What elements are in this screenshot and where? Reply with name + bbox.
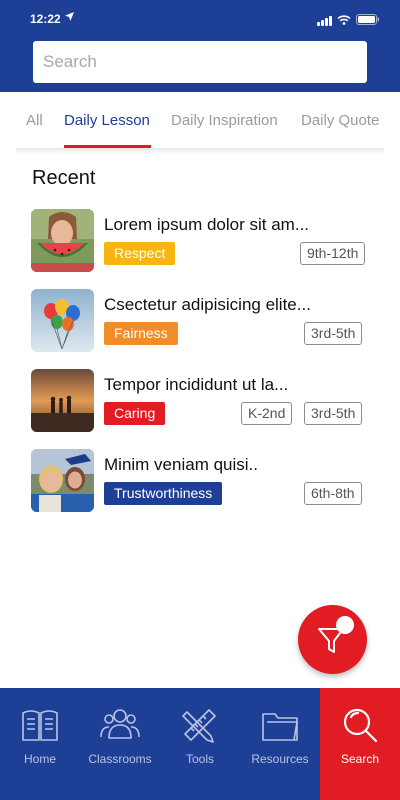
trait-tag: Fairness [104, 322, 178, 345]
item-title: Lorem ipsum dolor sit am... [104, 215, 310, 234]
lesson-thumbnail [31, 449, 94, 512]
grade-badge: 3rd-5th [304, 322, 363, 345]
location-arrow-icon [65, 12, 74, 24]
wifi-icon [337, 12, 351, 30]
app-header: 12:22 [0, 0, 400, 92]
folder-icon [259, 704, 301, 746]
grade-badge: 9th-12th [300, 242, 366, 265]
nav-label: Resources [251, 752, 309, 766]
grade-badge: K-2nd [241, 402, 293, 425]
category-tabs: All Daily Lesson Daily Inspiration Daily… [0, 92, 400, 148]
nav-item-classrooms[interactable]: Classrooms [80, 688, 160, 800]
users-icon [99, 704, 141, 746]
tab-all[interactable]: All [26, 112, 43, 129]
status-icons [317, 12, 380, 30]
nav-item-search[interactable]: Search [320, 688, 400, 800]
lesson-thumbnail [31, 209, 94, 272]
list-item[interactable]: Csectetur adipisicing elite... Fairness … [31, 289, 371, 353]
lesson-thumbnail [31, 289, 94, 352]
item-title: Minim veniam quisi.. [104, 455, 258, 474]
nav-item-resources[interactable]: Resources [240, 688, 320, 800]
trait-tag: Respect [104, 242, 176, 265]
nav-label: Home [23, 752, 56, 766]
list-item[interactable]: Lorem ipsum dolor sit am... Respect 9th-… [31, 209, 371, 273]
status-time: 12:22 [30, 12, 61, 26]
tab-daily-lesson[interactable]: Daily Lesson [64, 112, 150, 129]
battery-icon [356, 12, 380, 30]
search-icon [339, 704, 381, 746]
book-icon [19, 704, 61, 746]
tab-daily-quote[interactable]: Daily Quote [301, 112, 379, 129]
nav-label: Classrooms [88, 752, 152, 766]
nav-label: Search [340, 752, 380, 766]
list-item[interactable]: Minim veniam quisi.. Trustworthiness 6th… [31, 449, 371, 513]
nav-label: Tools [185, 752, 214, 766]
search-input[interactable] [33, 41, 367, 83]
tab-daily-inspiration[interactable]: Daily Inspiration [171, 112, 278, 129]
bottom-nav: Home Classrooms Tools Resources Search [0, 688, 400, 800]
lesson-thumbnail [31, 369, 94, 432]
status-bar: 12:22 [0, 0, 400, 40]
item-title: Csectetur adipisicing elite... [104, 295, 311, 314]
grade-badge: 3rd-5th [304, 402, 363, 425]
item-title: Tempor incididunt ut la... [104, 375, 289, 394]
section-title: Recent [32, 167, 96, 189]
signal-icon [317, 16, 332, 26]
grade-badge: 6th-8th [304, 482, 362, 505]
list-item[interactable]: Tempor incididunt ut la... Caring K-2nd … [31, 369, 371, 433]
filter-active-dot [336, 616, 354, 634]
trait-tag: Caring [104, 402, 166, 425]
trait-tag: Trustworthiness [104, 482, 223, 505]
pencil-ruler-icon [179, 704, 221, 746]
filter-button[interactable] [298, 605, 367, 674]
nav-item-home[interactable]: Home [0, 688, 80, 800]
nav-item-tools[interactable]: Tools [160, 688, 240, 800]
tabs-divider [16, 148, 384, 154]
search-box[interactable] [33, 41, 367, 83]
